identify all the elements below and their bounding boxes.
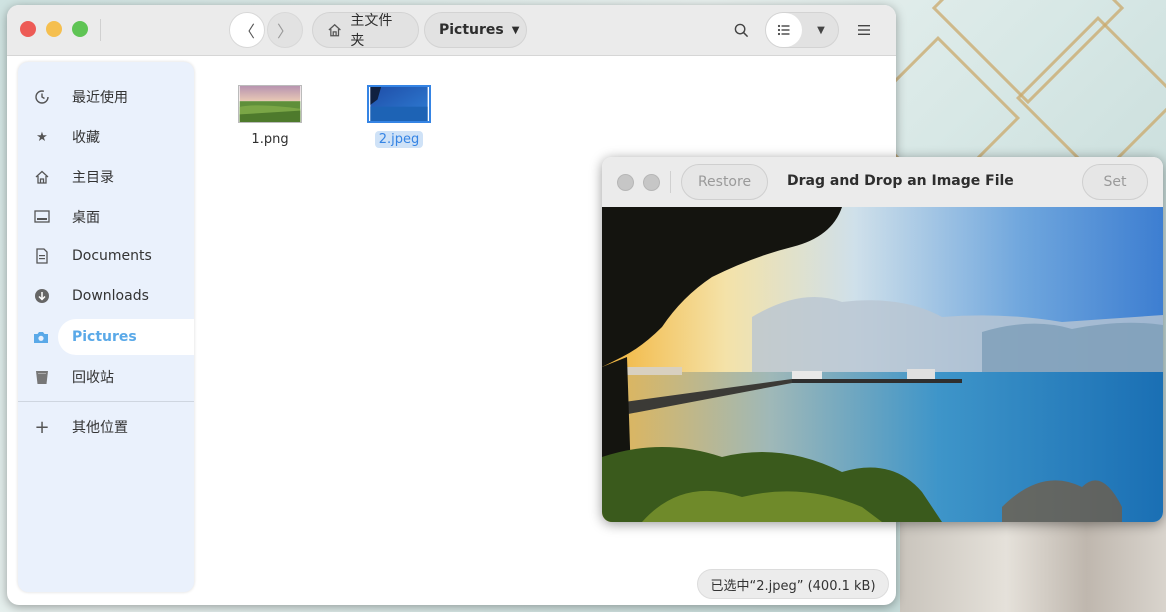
sidebar-item-label: 主目录: [72, 170, 114, 186]
breadcrumb-home[interactable]: 主文件夹: [312, 12, 419, 49]
recent-icon: [34, 89, 50, 105]
sidebar-item-documents[interactable]: Documents: [18, 238, 194, 274]
breadcrumb-current-label: Pictures: [439, 22, 504, 38]
set-button[interactable]: Set: [1082, 164, 1148, 200]
sidebar-item-label: 回收站: [72, 370, 114, 386]
plus-icon: +: [34, 416, 50, 438]
sidebar-item-label: Downloads: [72, 288, 149, 304]
close-button[interactable]: [20, 21, 36, 37]
file-thumbnail: [238, 85, 302, 123]
drag-drop-window: Restore Drag and Drop an Image File Set: [602, 157, 1163, 522]
file-name: 1.png: [251, 132, 289, 147]
sidebar-item-starred[interactable]: ★ 收藏: [18, 119, 194, 155]
sidebar-item-label: 收藏: [72, 130, 100, 146]
forward-button[interactable]: 〉: [267, 12, 303, 48]
sidebar-item-label: 桌面: [72, 210, 100, 226]
file-thumbnail: [367, 85, 431, 123]
home-icon: [328, 23, 341, 37]
chevron-right-icon: 〉: [276, 22, 293, 41]
breadcrumb-home-label: 主文件夹: [350, 13, 393, 49]
search-icon: [734, 23, 748, 37]
minimize-button[interactable]: [46, 21, 62, 37]
restore-button[interactable]: Restore: [681, 164, 768, 200]
chevron-down-icon: ▼: [817, 24, 825, 36]
breadcrumb-current[interactable]: Pictures ▼: [424, 12, 527, 48]
downloads-icon: [34, 288, 50, 304]
sidebar-separator: [18, 401, 194, 402]
main-menu-button[interactable]: [846, 12, 882, 48]
sidebar-item-home[interactable]: 主目录: [18, 159, 194, 195]
close-button[interactable]: [617, 174, 634, 191]
file-name: 2.jpeg: [374, 131, 424, 148]
file-item-selected[interactable]: 2.jpeg: [359, 85, 439, 148]
header-separator: [100, 19, 101, 41]
sidebar-item-label: Documents: [72, 248, 152, 264]
chevron-left-icon: 〈: [238, 22, 255, 41]
sidebar-item-trash[interactable]: 回收站: [18, 359, 194, 395]
file-manager-headerbar: 〈 〉 主文件夹 Pictures ▼ ▼: [7, 5, 896, 56]
view-options-dropdown[interactable]: ▼: [804, 13, 838, 47]
back-button[interactable]: 〈: [229, 12, 265, 48]
file-item[interactable]: 1.png: [230, 85, 310, 148]
drag-drop-headerbar: Restore Drag and Drop an Image File Set: [602, 157, 1163, 208]
header-separator: [670, 171, 671, 193]
sidebar-item-label: Pictures: [72, 329, 137, 345]
home-icon: [34, 169, 50, 185]
caret-down-icon: ▼: [511, 24, 520, 36]
camera-icon: [33, 329, 49, 345]
hamburger-menu-icon: [858, 25, 870, 35]
list-view-icon: [777, 24, 790, 36]
search-button[interactable]: [723, 12, 759, 48]
sidebar-item-recent[interactable]: 最近使用: [18, 79, 194, 115]
window-title: Drag and Drop an Image File: [787, 173, 1014, 189]
selection-status: 已选中“2.jpeg” (400.1 kB): [697, 569, 889, 599]
sidebar-item-desktop[interactable]: 桌面: [18, 199, 194, 235]
star-icon: ★: [36, 129, 48, 145]
sidebar-item-other-locations[interactable]: + 其他位置: [18, 409, 194, 445]
minimize-button[interactable]: [643, 174, 660, 191]
sidebar-item-label: 其他位置: [72, 420, 128, 436]
sidebar-item-pictures[interactable]: Pictures: [34, 319, 194, 355]
sidebar: 最近使用 ★ 收藏 主目录 桌面 Documents Downloads Pic…: [18, 62, 194, 592]
sidebar-item-label: 最近使用: [72, 90, 128, 106]
maximize-button[interactable]: [72, 21, 88, 37]
documents-icon: [34, 248, 50, 264]
sidebar-item-downloads[interactable]: Downloads: [18, 278, 194, 314]
list-view-button[interactable]: [766, 13, 802, 47]
image-preview: [602, 207, 1163, 522]
desktop-icon: [34, 209, 50, 225]
trash-icon: [34, 369, 50, 385]
view-toggle-group: ▼: [765, 12, 839, 48]
